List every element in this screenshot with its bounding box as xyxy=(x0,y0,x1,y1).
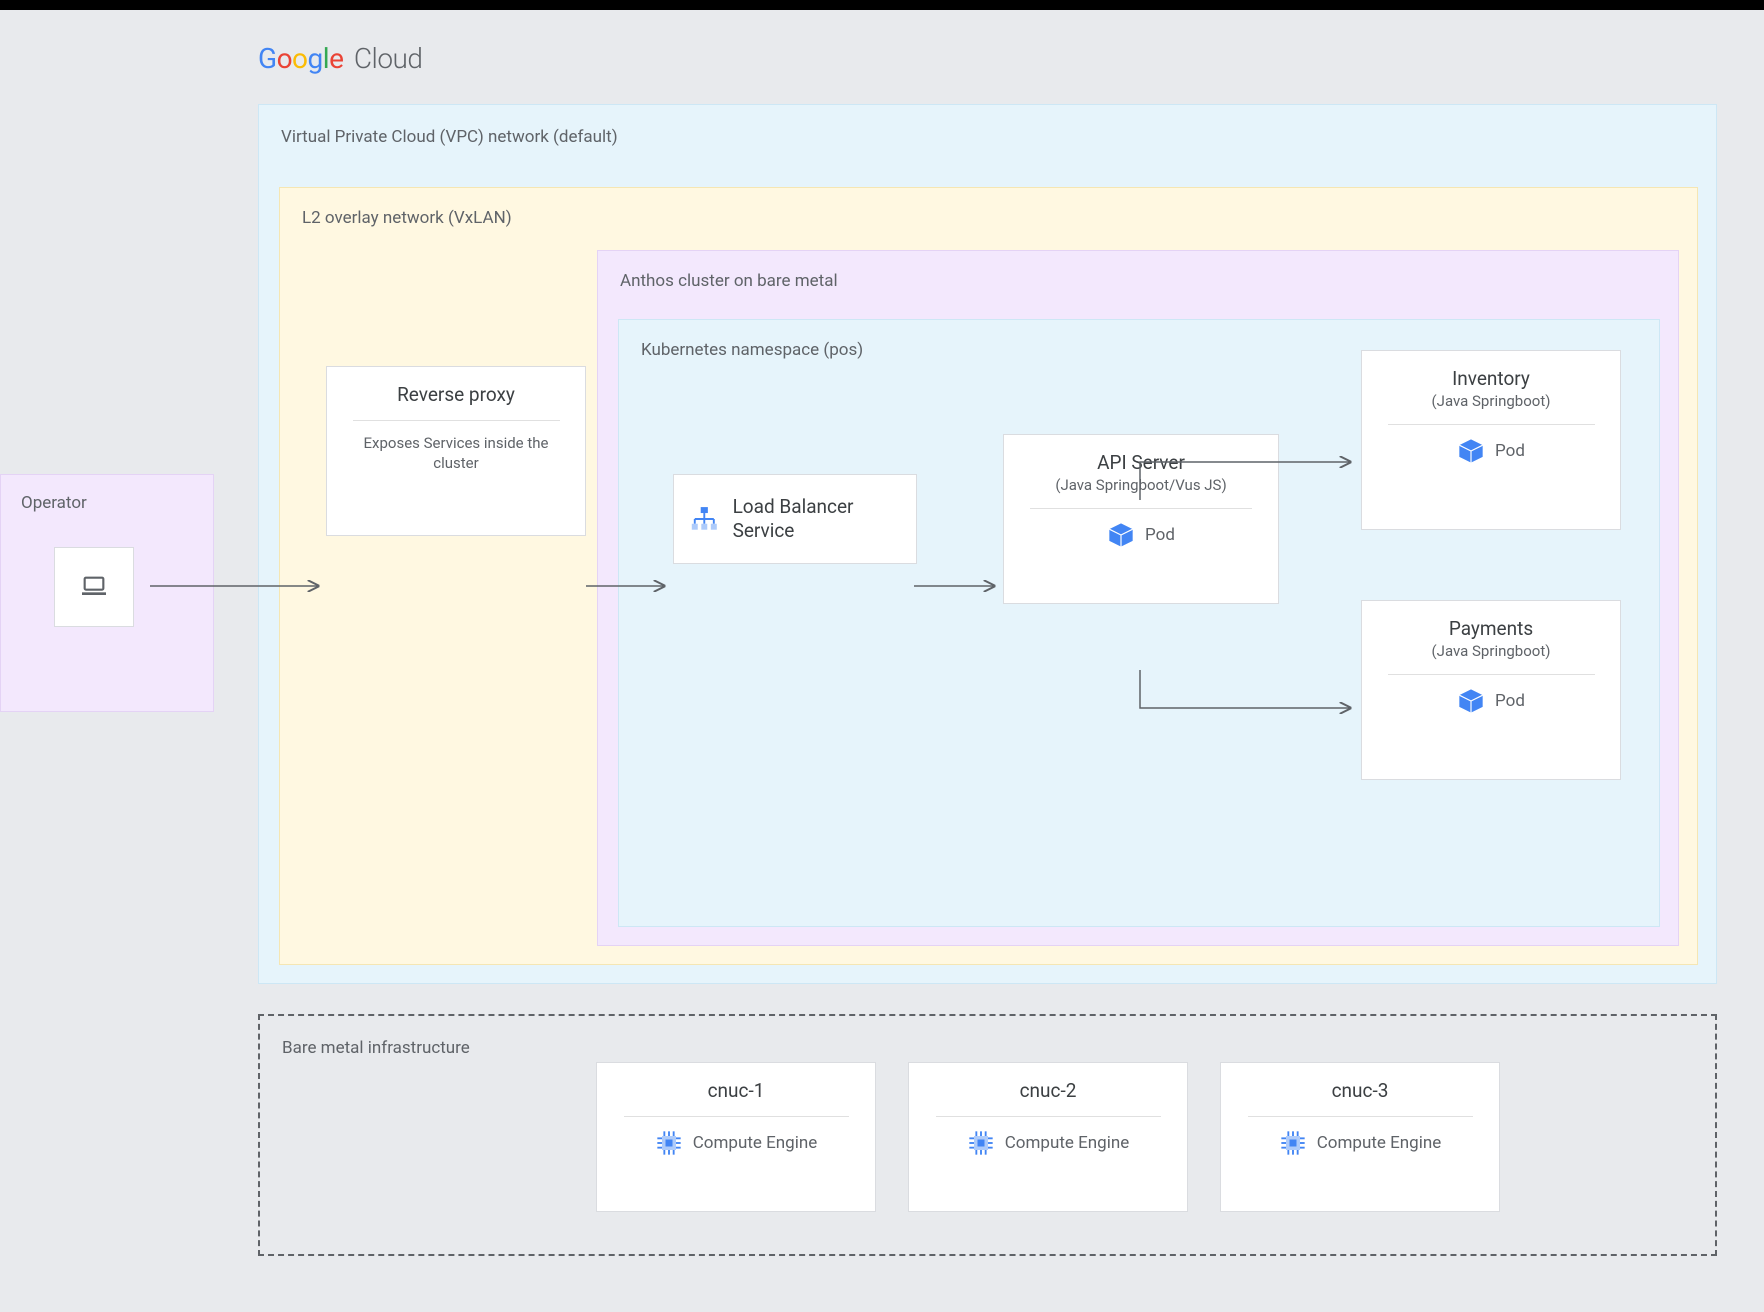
compute-engine-icon xyxy=(655,1129,683,1157)
cnuc-3-card: cnuc-3 Compute Engine xyxy=(1220,1062,1500,1212)
cnuc-1-ce-label: Compute Engine xyxy=(693,1133,818,1153)
anthos-container: Anthos cluster on bare metal Kubernetes … xyxy=(597,250,1679,946)
compute-engine-icon xyxy=(1279,1129,1307,1157)
cnuc-2-ce-label: Compute Engine xyxy=(1005,1133,1130,1153)
divider xyxy=(1248,1116,1473,1117)
bare-metal-label: Bare metal infrastructure xyxy=(282,1038,470,1058)
cnuc-2-card: cnuc-2 Compute Engine xyxy=(908,1062,1188,1212)
cube-icon xyxy=(1457,437,1485,465)
payments-pod-row: Pod xyxy=(1457,687,1525,715)
divider xyxy=(936,1116,1161,1117)
cnuc-2-ce-row: Compute Engine xyxy=(967,1129,1130,1157)
laptop-icon xyxy=(78,571,110,603)
api-pod-row: Pod xyxy=(1107,521,1175,549)
inventory-pod-label: Pod xyxy=(1495,441,1525,461)
api-server-subtitle: (Java Springboot/Vus JS) xyxy=(1055,476,1226,494)
divider xyxy=(353,420,560,421)
api-pod-label: Pod xyxy=(1145,525,1175,545)
divider xyxy=(624,1116,849,1117)
load-balancer-icon xyxy=(690,503,719,535)
compute-engine-icon xyxy=(967,1129,995,1157)
vpc-label: Virtual Private Cloud (VPC) network (def… xyxy=(281,127,618,147)
load-balancer-card: Load Balancer Service xyxy=(673,474,917,564)
k8s-container: Kubernetes namespace (pos) Load xyxy=(618,319,1660,927)
cnuc-1-ce-row: Compute Engine xyxy=(655,1129,818,1157)
google-cloud-logo: Google Cloud xyxy=(258,42,422,75)
inventory-card: Inventory (Java Springboot) Pod xyxy=(1361,350,1621,530)
payments-subtitle: (Java Springboot) xyxy=(1432,642,1551,660)
inventory-title: Inventory xyxy=(1452,367,1530,390)
vpc-container: Virtual Private Cloud (VPC) network (def… xyxy=(258,104,1717,984)
bare-metal-container: Bare metal infrastructure cnuc-1 Compute… xyxy=(258,1014,1717,1256)
load-balancer-title: Load Balancer Service xyxy=(733,495,900,543)
cnuc-3-ce-label: Compute Engine xyxy=(1317,1133,1442,1153)
api-server-title: API Server xyxy=(1097,451,1185,474)
l2-container: L2 overlay network (VxLAN) Reverse proxy… xyxy=(279,187,1698,965)
cnuc-1-title: cnuc-1 xyxy=(708,1079,765,1102)
operator-label: Operator xyxy=(21,493,87,513)
inventory-subtitle: (Java Springboot) xyxy=(1432,392,1551,410)
reverse-proxy-card: Reverse proxy Exposes Services inside th… xyxy=(326,366,586,536)
payments-title: Payments xyxy=(1449,617,1533,640)
anthos-label: Anthos cluster on bare metal xyxy=(620,271,838,291)
operator-laptop xyxy=(54,547,134,627)
divider xyxy=(1388,674,1595,675)
cnuc-2-title: cnuc-2 xyxy=(1020,1079,1077,1102)
l2-label: L2 overlay network (VxLAN) xyxy=(302,208,512,228)
k8s-label: Kubernetes namespace (pos) xyxy=(641,340,863,360)
payments-pod-label: Pod xyxy=(1495,691,1525,711)
cube-icon xyxy=(1457,687,1485,715)
api-server-card: API Server (Java Springboot/Vus JS) Pod xyxy=(1003,434,1279,604)
divider xyxy=(1388,424,1595,425)
payments-card: Payments (Java Springboot) Pod xyxy=(1361,600,1621,780)
cnuc-1-card: cnuc-1 Compute Engine xyxy=(596,1062,876,1212)
cnuc-3-title: cnuc-3 xyxy=(1332,1079,1389,1102)
top-bar xyxy=(0,0,1764,10)
cube-icon xyxy=(1107,521,1135,549)
divider xyxy=(1030,508,1251,509)
inventory-pod-row: Pod xyxy=(1457,437,1525,465)
reverse-proxy-title: Reverse proxy xyxy=(397,383,515,406)
reverse-proxy-desc: Exposes Services inside the cluster xyxy=(341,433,571,474)
cnuc-3-ce-row: Compute Engine xyxy=(1279,1129,1442,1157)
operator-panel: Operator xyxy=(0,474,214,712)
